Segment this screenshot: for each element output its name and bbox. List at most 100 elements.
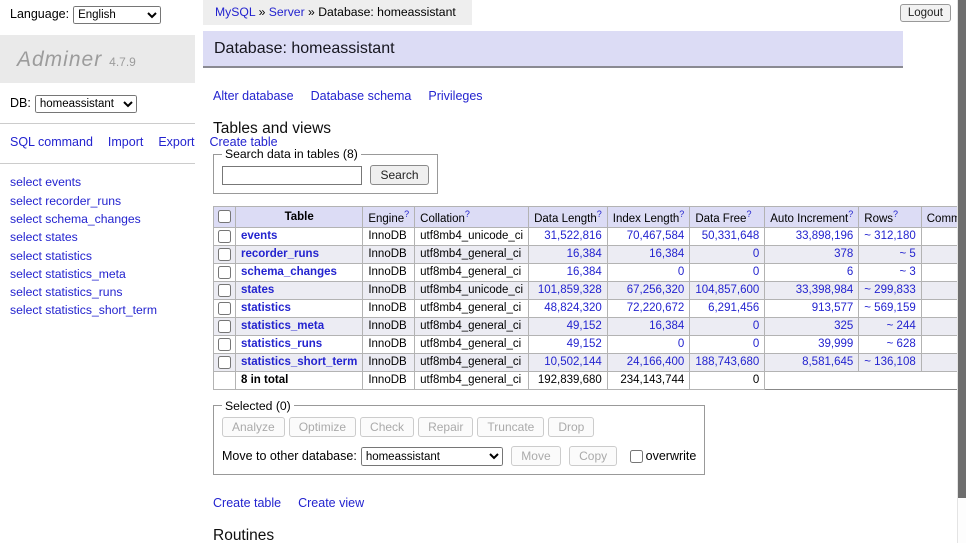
data-length-link[interactable]: 10,502,144 bbox=[544, 356, 602, 368]
help-link[interactable]: ? bbox=[465, 209, 470, 219]
help-link[interactable]: ? bbox=[848, 209, 853, 219]
analyze-button[interactable]: Analyze bbox=[222, 417, 285, 437]
auto-increment-link[interactable]: 378 bbox=[834, 248, 853, 260]
data-length-link[interactable]: 16,384 bbox=[567, 248, 602, 260]
index-length-link[interactable]: 0 bbox=[678, 266, 684, 278]
data-free-link[interactable]: 104,857,600 bbox=[695, 284, 759, 296]
auto-increment-link[interactable]: 913,577 bbox=[812, 302, 854, 314]
scrollbar-thumb[interactable] bbox=[958, 0, 966, 498]
row-checkbox[interactable] bbox=[218, 320, 231, 333]
row-checkbox[interactable] bbox=[218, 302, 231, 315]
table-link-statistics-short-term[interactable]: statistics_short_term bbox=[241, 356, 357, 368]
move-button[interactable]: Move bbox=[511, 446, 560, 466]
table-link-states[interactable]: states bbox=[241, 284, 274, 296]
sidebar-item-select-statistics[interactable]: select statistics bbox=[10, 249, 92, 263]
row-checkbox[interactable] bbox=[218, 230, 231, 243]
data-free-link[interactable]: 50,331,648 bbox=[702, 230, 760, 242]
rows-link[interactable]: ~ 299,833 bbox=[864, 284, 915, 296]
index-length-link[interactable]: 16,384 bbox=[649, 320, 684, 332]
sidebar-item-select-recorder-runs[interactable]: select recorder_runs bbox=[10, 194, 121, 208]
sidebar-item-select-schema-changes[interactable]: select schema_changes bbox=[10, 212, 141, 226]
auto-increment-link[interactable]: 33,398,984 bbox=[796, 284, 854, 296]
sidebar-link-export[interactable]: Export bbox=[158, 135, 194, 149]
auto-increment-link[interactable]: 8,581,645 bbox=[802, 356, 853, 368]
help-link[interactable]: ? bbox=[679, 209, 684, 219]
data-free-link[interactable]: 0 bbox=[753, 338, 759, 350]
index-length-link[interactable]: 24,166,400 bbox=[627, 356, 685, 368]
auto-increment-link[interactable]: 39,999 bbox=[818, 338, 853, 350]
auto-increment-link[interactable]: 325 bbox=[834, 320, 853, 332]
vertical-scrollbar[interactable] bbox=[957, 0, 966, 543]
optimize-button[interactable]: Optimize bbox=[289, 417, 356, 437]
auto-increment-link[interactable]: 33,898,196 bbox=[796, 230, 854, 242]
row-checkbox[interactable] bbox=[218, 284, 231, 297]
rows-link[interactable]: ~ 5 bbox=[899, 248, 915, 260]
move-db-select[interactable]: homeassistant bbox=[361, 447, 503, 466]
sidebar-link-sql-command[interactable]: SQL command bbox=[10, 135, 93, 149]
privileges-link[interactable]: Privileges bbox=[428, 89, 482, 103]
repair-button[interactable]: Repair bbox=[418, 417, 473, 437]
check-button[interactable]: Check bbox=[360, 417, 414, 437]
rows-link[interactable]: ~ 136,108 bbox=[864, 356, 915, 368]
create-table-link[interactable]: Create table bbox=[213, 496, 281, 510]
database-schema-link[interactable]: Database schema bbox=[311, 89, 412, 103]
sidebar-item-select-events[interactable]: select events bbox=[10, 175, 81, 189]
row-checkbox[interactable] bbox=[218, 338, 231, 351]
alter-database-link[interactable]: Alter database bbox=[213, 89, 294, 103]
logout-button[interactable]: Logout bbox=[900, 4, 951, 22]
data-length-link[interactable]: 48,824,320 bbox=[544, 302, 602, 314]
index-length-link[interactable]: 70,467,584 bbox=[627, 230, 685, 242]
sidebar-item-select-states[interactable]: select states bbox=[10, 230, 78, 244]
row-checkbox[interactable] bbox=[218, 266, 231, 279]
data-free-link[interactable]: 6,291,456 bbox=[708, 302, 759, 314]
data-free-link[interactable]: 188,743,680 bbox=[695, 356, 759, 368]
data-length-link[interactable]: 16,384 bbox=[567, 266, 602, 278]
overwrite-checkbox[interactable] bbox=[630, 450, 643, 463]
rows-link[interactable]: ~ 569,159 bbox=[864, 302, 915, 314]
index-length-link[interactable]: 67,256,320 bbox=[627, 284, 685, 296]
copy-button[interactable]: Copy bbox=[569, 446, 617, 466]
rows-link[interactable]: ~ 3 bbox=[899, 266, 915, 278]
data-length-link[interactable]: 49,152 bbox=[567, 320, 602, 332]
data-free-link[interactable]: 0 bbox=[753, 248, 759, 260]
select-all-checkbox[interactable] bbox=[218, 210, 231, 223]
search-input[interactable] bbox=[222, 166, 362, 185]
rows-link[interactable]: ~ 244 bbox=[887, 320, 916, 332]
sidebar-item-select-statistics-meta[interactable]: select statistics_meta bbox=[10, 267, 126, 281]
data-length-link[interactable]: 101,859,328 bbox=[538, 284, 602, 296]
auto-increment-link[interactable]: 6 bbox=[847, 266, 853, 278]
row-checkbox[interactable] bbox=[218, 248, 231, 261]
help-link[interactable]: ? bbox=[893, 209, 898, 219]
help-link[interactable]: ? bbox=[597, 209, 602, 219]
breadcrumb-item-server[interactable]: Server bbox=[269, 5, 305, 19]
table-link-statistics-meta[interactable]: statistics_meta bbox=[241, 320, 324, 332]
row-checkbox[interactable] bbox=[218, 356, 231, 369]
data-free-link[interactable]: 0 bbox=[753, 320, 759, 332]
sidebar-item-select-statistics-short-term[interactable]: select statistics_short_term bbox=[10, 303, 157, 317]
db-select[interactable]: homeassistant bbox=[35, 95, 137, 113]
truncate-button[interactable]: Truncate bbox=[477, 417, 544, 437]
language-select[interactable]: English bbox=[73, 6, 161, 24]
index-length-link[interactable]: 16,384 bbox=[649, 248, 684, 260]
breadcrumb-item-mysql[interactable]: MySQL bbox=[215, 5, 255, 19]
rows-link[interactable]: ~ 628 bbox=[887, 338, 916, 350]
search-button[interactable]: Search bbox=[370, 165, 428, 185]
data-length-link[interactable]: 49,152 bbox=[567, 338, 602, 350]
index-length-link[interactable]: 0 bbox=[678, 338, 684, 350]
sidebar-item-select-statistics-runs[interactable]: select statistics_runs bbox=[10, 285, 122, 299]
table-link-statistics[interactable]: statistics bbox=[241, 302, 291, 314]
help-link[interactable]: ? bbox=[746, 209, 751, 219]
sidebar-link-import[interactable]: Import bbox=[108, 135, 143, 149]
table-link-statistics-runs[interactable]: statistics_runs bbox=[241, 338, 322, 350]
help-link[interactable]: ? bbox=[404, 209, 409, 219]
data-free-link[interactable]: 0 bbox=[753, 266, 759, 278]
create-view-link[interactable]: Create view bbox=[298, 496, 364, 510]
table-link-recorder-runs[interactable]: recorder_runs bbox=[241, 248, 319, 260]
engine-cell: InnoDB bbox=[363, 281, 415, 299]
drop-button[interactable]: Drop bbox=[548, 417, 594, 437]
rows-link[interactable]: ~ 312,180 bbox=[864, 230, 915, 242]
table-link-schema-changes[interactable]: schema_changes bbox=[241, 266, 337, 278]
table-link-events[interactable]: events bbox=[241, 230, 277, 242]
index-length-link[interactable]: 72,220,672 bbox=[627, 302, 685, 314]
data-length-link[interactable]: 31,522,816 bbox=[544, 230, 602, 242]
